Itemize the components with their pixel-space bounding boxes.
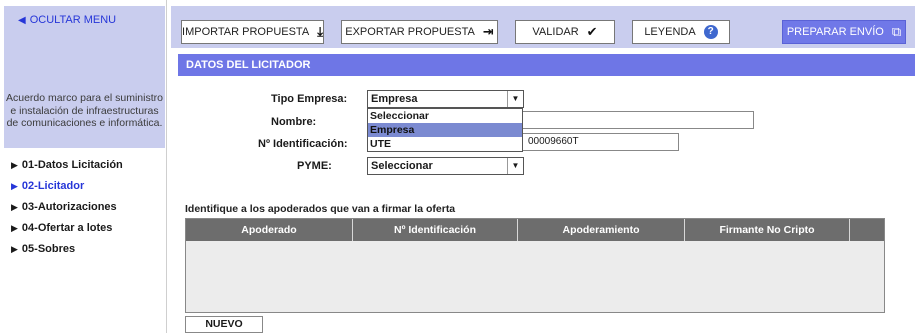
new-button[interactable]: NUEVO [185, 316, 263, 333]
triangle-right-icon: ▶ [11, 202, 18, 212]
column-header-apoderamiento[interactable]: Apoderamiento [518, 219, 685, 241]
toolbar: IMPORTAR PROPUESTA ⤓ EXPORTAR PROPUESTA … [171, 6, 915, 48]
identificacion-label: Nº Identificación: [258, 138, 348, 150]
sidebar-nav: ▶ 01-Datos Licitación ▶ 02-Licitador ▶ 03-A… [4, 155, 165, 260]
tipo-empresa-label: Tipo Empresa: [271, 93, 348, 105]
prepare-submission-button[interactable]: PREPARAR ENVÍO ⧉ [782, 20, 906, 44]
sidebar-item-label: 05-Sobres [21, 243, 76, 255]
apoderados-table: Apoderado Nº Identificación Apoderamient… [185, 218, 885, 313]
import-proposal-button[interactable]: IMPORTAR PROPUESTA ⤓ [181, 20, 324, 44]
dropdown-option-ute[interactable]: UTE [368, 137, 522, 151]
sidebar-item-label: 04-Ofertar a lotes [21, 222, 113, 234]
pyme-select[interactable]: Seleccionar ▼ [367, 157, 524, 175]
legend-button[interactable]: LEYENDA ? [632, 20, 730, 44]
tipo-empresa-select[interactable]: Empresa ▼ [367, 90, 524, 108]
triangle-right-icon: ▶ [11, 160, 18, 170]
export-proposal-button[interactable]: EXPORTAR PROPUESTA ⇥ [341, 20, 498, 44]
sidebar-item-licitador[interactable]: ▶ 02-Licitador [4, 176, 165, 197]
validate-button[interactable]: VALIDAR ✔ [515, 20, 615, 44]
download-icon: ⤓ [317, 24, 323, 39]
validate-label: VALIDAR [532, 26, 579, 38]
pyme-value: Seleccionar [371, 160, 433, 172]
dropdown-option-empresa[interactable]: Empresa [368, 123, 522, 137]
sidebar-header: ◀ OCULTAR MENU Acuerdo marco para el sumi… [4, 6, 165, 148]
chevron-down-icon: ▼ [507, 91, 523, 107]
prepare-label: PREPARAR ENVÍO [786, 26, 884, 38]
sidebar-item-sobres[interactable]: ▶ 05-Sobres [4, 239, 165, 260]
import-label: IMPORTAR PROPUESTA [182, 26, 310, 38]
sidebar-item-label: 02-Licitador [21, 180, 85, 192]
contract-description: Acuerdo marco para el suministro e insta… [6, 92, 163, 129]
table-header: Apoderado Nº Identificación Apoderamient… [186, 219, 884, 241]
export-label: EXPORTAR PROPUESTA [345, 26, 475, 38]
legend-label: LEYENDA [644, 26, 696, 38]
triangle-right-icon: ▶ [11, 244, 18, 254]
tipo-empresa-dropdown: Seleccionar Empresa UTE [367, 108, 523, 152]
send-icon: ⧉ [891, 24, 902, 39]
pyme-label: PYME: [297, 160, 332, 172]
column-header-identificacion[interactable]: Nº Identificación [353, 219, 518, 241]
sidebar-item-label: 03-Autorizaciones [21, 201, 117, 213]
sidebar-item-autorizaciones[interactable]: ▶ 03-Autorizaciones [4, 197, 165, 218]
section-header: DATOS DEL LICITADOR [178, 54, 915, 76]
sidebar-item-ofertar-lotes[interactable]: ▶ 04-Ofertar a lotes [4, 218, 165, 239]
checkmark-icon: ✔ [586, 24, 598, 39]
nombre-label: Nombre: [271, 116, 317, 128]
hide-menu-label: OCULTAR MENU [29, 14, 117, 26]
triangle-right-icon: ▶ [11, 223, 18, 233]
sidebar-item-label: 01-Datos Licitación [21, 159, 123, 171]
column-header-apoderado[interactable]: Apoderado [186, 219, 353, 241]
export-icon: ⇥ [482, 24, 494, 39]
triangle-left-icon: ◀ [18, 15, 26, 26]
chevron-down-icon: ▼ [507, 158, 523, 174]
triangle-right-icon: ▶ [11, 181, 18, 191]
dropdown-option-seleccionar[interactable]: Seleccionar [368, 109, 522, 123]
tipo-empresa-value: Empresa [371, 93, 418, 105]
apoderados-instruction: Identifique a los apoderados que van a f… [185, 203, 456, 215]
help-icon: ? [703, 25, 718, 39]
column-header-actions [850, 219, 884, 241]
column-header-firmante[interactable]: Firmante No Cripto [685, 219, 850, 241]
hide-menu-link[interactable]: ◀ OCULTAR MENU [18, 14, 116, 26]
sidebar-item-datos-licitacion[interactable]: ▶ 01-Datos Licitación [4, 155, 165, 176]
sidebar: ◀ OCULTAR MENU Acuerdo marco para el sumi… [0, 0, 167, 333]
